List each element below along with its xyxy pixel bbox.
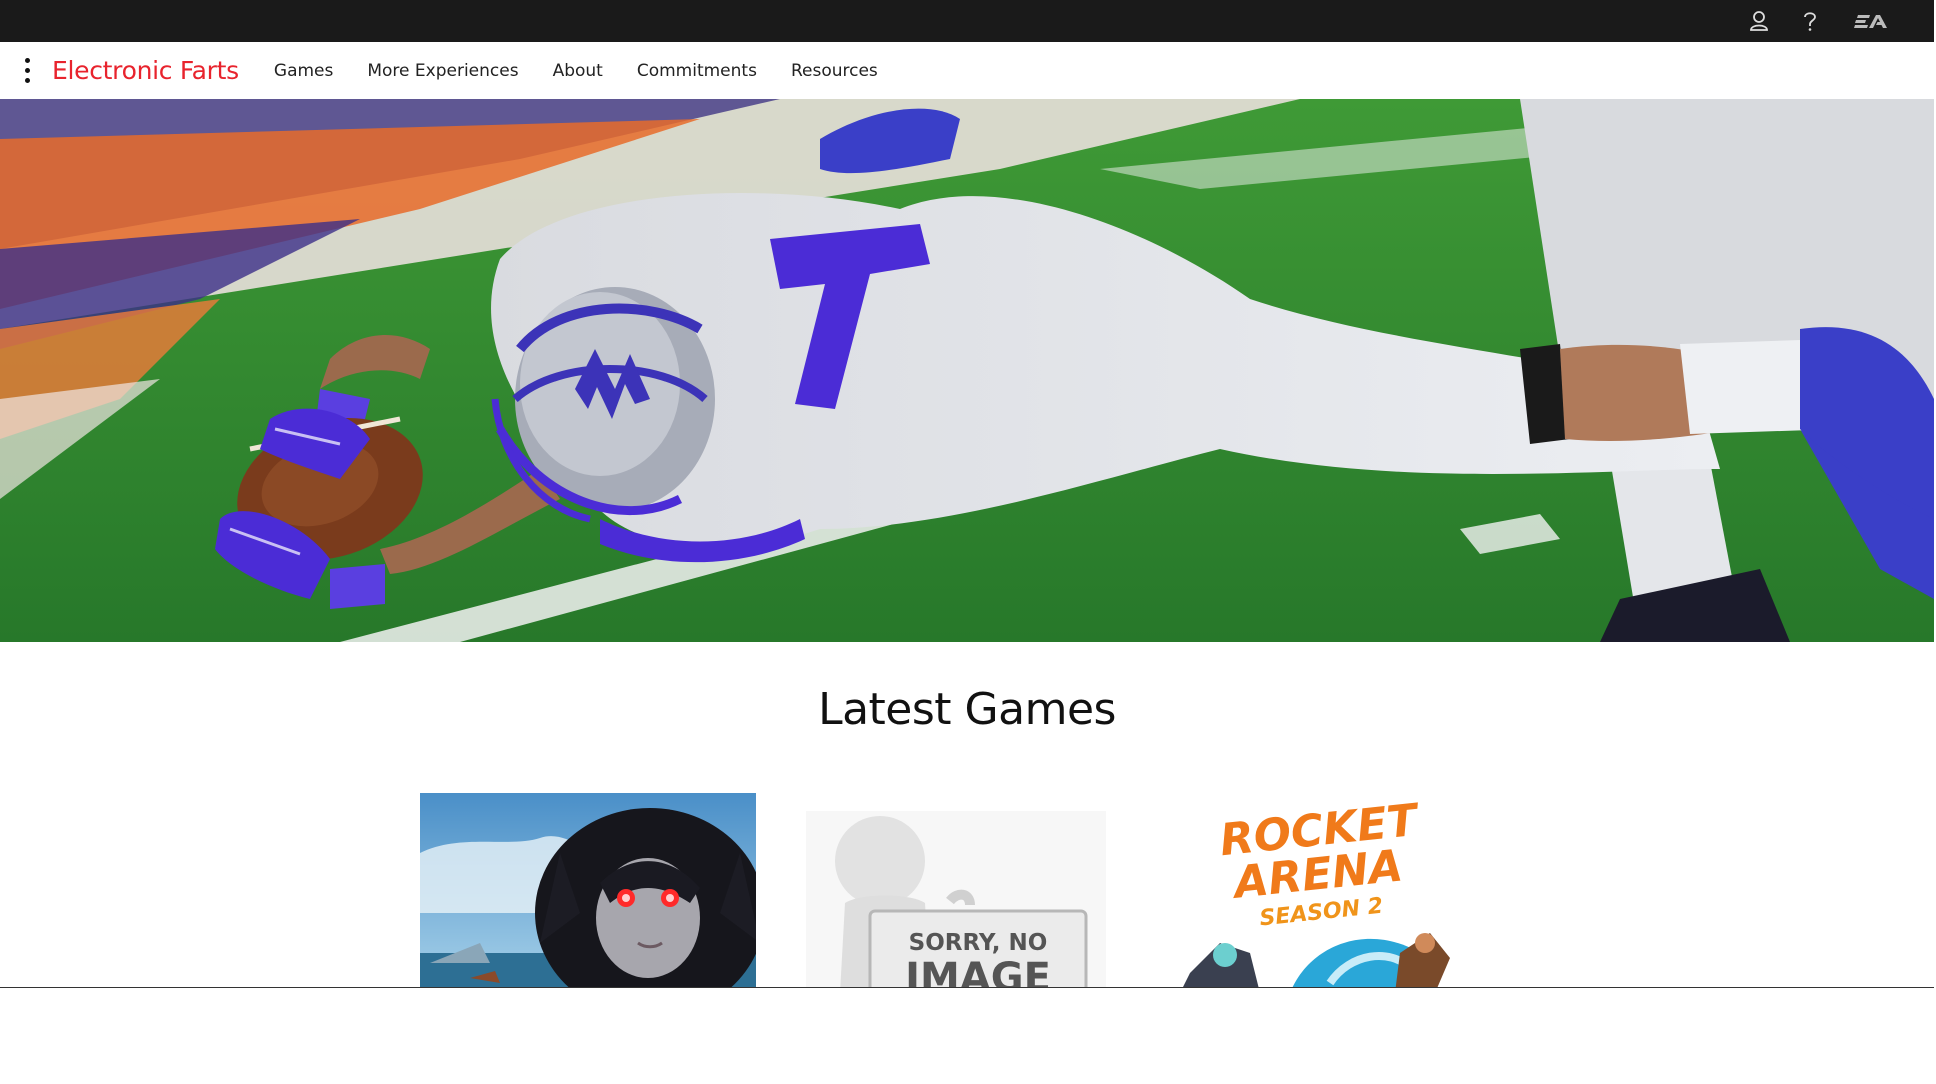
- user-icon[interactable]: [1741, 0, 1777, 42]
- no-image-placeholder: SORRY, NO IMAGE: [800, 793, 1136, 988]
- nav-about[interactable]: About: [536, 61, 620, 81]
- nav-resources[interactable]: Resources: [774, 61, 895, 81]
- game-cover-image: ROCKET ARENA SEASON 2: [1180, 793, 1516, 988]
- game-card[interactable]: [420, 793, 756, 988]
- game-card[interactable]: SORRY, NO IMAGE: [800, 793, 1136, 988]
- nav-games[interactable]: Games: [257, 61, 350, 81]
- nav-commitments[interactable]: Commitments: [620, 61, 774, 81]
- game-cover-image: [420, 793, 756, 988]
- main-nav: Electronic Farts Games More Experiences …: [0, 42, 1934, 100]
- nav-more-experiences[interactable]: More Experiences: [350, 61, 535, 81]
- viewport-bottom-edge: [0, 987, 1934, 988]
- brand-logo[interactable]: Electronic Farts: [52, 56, 239, 85]
- hero-banner: [0, 99, 1934, 642]
- help-icon[interactable]: [1792, 0, 1828, 42]
- page-viewport: Electronic Farts Games More Experiences …: [0, 0, 1934, 988]
- section-title: Latest Games: [818, 684, 1116, 735]
- game-card[interactable]: ROCKET ARENA SEASON 2: [1180, 793, 1516, 988]
- ea-logo-icon[interactable]: [1850, 0, 1892, 42]
- utility-bar: [0, 0, 1934, 42]
- placeholder-sign-line2: IMAGE: [905, 955, 1051, 988]
- hero-image: [0, 99, 1934, 642]
- kebab-menu-icon[interactable]: [10, 51, 44, 91]
- placeholder-sign-line1: SORRY, NO: [909, 930, 1048, 956]
